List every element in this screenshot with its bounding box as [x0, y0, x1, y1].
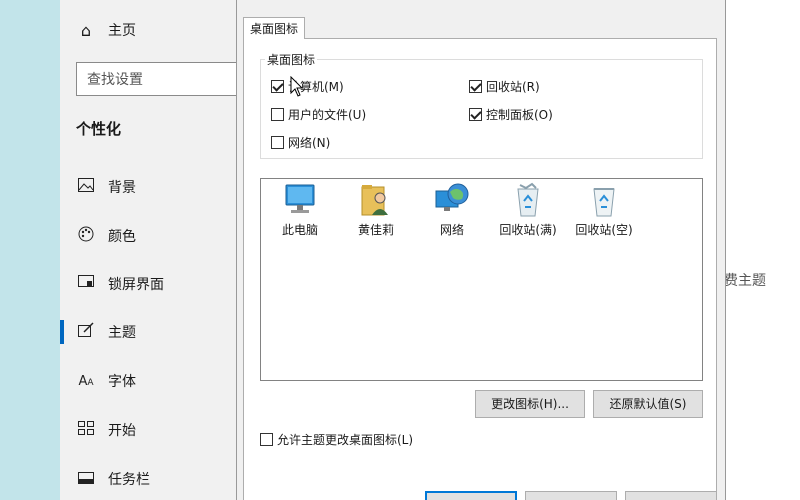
- list-item-this-pc[interactable]: 此电脑: [262, 181, 338, 238]
- nav-item-label: 背景: [108, 180, 136, 196]
- section-title: 个性化: [76, 120, 122, 138]
- tab-desktop-icons[interactable]: 桌面图标: [243, 17, 306, 39]
- nav-home-label: 主页: [108, 23, 136, 39]
- change-icon-button[interactable]: 更改图标(H)...: [475, 390, 585, 418]
- nav-item-themes[interactable]: 主题: [76, 320, 136, 344]
- checkbox-label: 控制面板(O): [486, 108, 553, 122]
- search-placeholder: 查找设置: [87, 72, 143, 88]
- nav-item-background[interactable]: 背景: [76, 175, 136, 199]
- apply-button[interactable]: [625, 491, 717, 500]
- list-item-label: 网络: [439, 223, 464, 237]
- desktop-icon-list[interactable]: 此电脑 黄佳莉 网络 回收站(满) 回收站(空): [260, 178, 703, 381]
- nav-item-taskbar[interactable]: 任务栏: [76, 467, 150, 491]
- lock-screen-icon: [76, 275, 96, 293]
- list-item-network[interactable]: 网络: [414, 181, 490, 238]
- list-item-label: 黄佳莉: [357, 223, 394, 237]
- nav-item-colors[interactable]: 颜色: [76, 224, 136, 248]
- desktop-icons-groupbox: 桌面图标 计算机(M) 回收站(R) 用户的文件(U) 控制面板(O) 网络(N…: [260, 51, 703, 159]
- checkbox-computer[interactable]: 计算机(M): [271, 78, 344, 95]
- user-folder-icon: [356, 181, 396, 219]
- theme-partial-text: 费主题: [724, 273, 766, 289]
- checkbox-label: 回收站(R): [486, 80, 540, 94]
- checkbox-label: 网络(N): [288, 136, 331, 150]
- checkbox-label: 用户的文件(U): [288, 108, 367, 122]
- checkbox-label: 允许主题更改桌面图标(L): [277, 433, 414, 447]
- nav-item-start[interactable]: 开始: [76, 418, 136, 442]
- palette-icon: [76, 226, 96, 246]
- font-icon: AA: [78, 373, 94, 389]
- nav-item-label: 开始: [108, 423, 136, 439]
- checkbox-box[interactable]: [271, 136, 284, 149]
- restore-default-button[interactable]: 还原默认值(S): [593, 390, 703, 418]
- network-globe-icon: [432, 181, 472, 219]
- recycle-bin-full-icon: [508, 181, 548, 219]
- nav-item-label: 任务栏: [108, 472, 150, 488]
- ok-button[interactable]: [425, 491, 517, 500]
- nav-item-label: 主题: [108, 325, 136, 341]
- list-item-recycle-full[interactable]: 回收站(满): [490, 181, 566, 238]
- nav-item-label: 字体: [108, 374, 136, 390]
- group-title: 桌面图标: [265, 51, 318, 68]
- nav-home[interactable]: ⌂ 主页: [76, 20, 136, 40]
- nav-item-lock-screen[interactable]: 锁屏界面: [76, 272, 164, 296]
- start-grid-icon: [76, 421, 96, 439]
- checkbox-recycle-bin[interactable]: 回收站(R): [469, 78, 540, 95]
- nav-item-label: 颜色: [108, 229, 136, 245]
- nav-active-indicator: [60, 320, 64, 344]
- list-item-user-folder[interactable]: 黄佳莉: [338, 181, 414, 238]
- checkbox-allow-themes[interactable]: 允许主题更改桌面图标(L): [260, 431, 413, 448]
- checkbox-box[interactable]: [260, 433, 273, 446]
- theme-brush-icon: [76, 322, 96, 342]
- checkbox-control-panel[interactable]: 控制面板(O): [469, 106, 553, 123]
- nav-item-label: 锁屏界面: [108, 277, 164, 293]
- settings-sidebar: ⌂ 主页 查找设置 个性化 背景 颜色 锁屏界面 主题 AA 字体 开始 任务栏: [60, 0, 290, 500]
- list-item-recycle-empty[interactable]: 回收站(空): [566, 181, 642, 238]
- checkbox-box[interactable]: [469, 108, 482, 121]
- image-icon: [76, 178, 96, 196]
- home-icon: ⌂: [80, 20, 92, 40]
- list-item-label: 此电脑: [281, 223, 318, 237]
- checkbox-user-files[interactable]: 用户的文件(U): [271, 106, 366, 123]
- list-item-label: 回收站(空): [575, 223, 633, 237]
- computer-icon: [280, 181, 320, 219]
- checkbox-box[interactable]: [271, 80, 284, 93]
- desktop-icon-settings-dialog: 桌面图标 桌面图标 计算机(M) 回收站(R) 用户的文件(U) 控制面板(O): [236, 0, 726, 500]
- taskbar-icon: [76, 470, 96, 488]
- cancel-button[interactable]: [525, 491, 617, 500]
- recycle-bin-empty-icon: [584, 181, 624, 219]
- checkbox-box[interactable]: [271, 108, 284, 121]
- checkbox-network[interactable]: 网络(N): [271, 134, 330, 151]
- checkbox-box[interactable]: [469, 80, 482, 93]
- nav-item-fonts[interactable]: AA 字体: [76, 369, 136, 393]
- list-item-label: 回收站(满): [499, 223, 557, 237]
- tab-panel: 桌面图标 计算机(M) 回收站(R) 用户的文件(U) 控制面板(O) 网络(N…: [243, 38, 717, 500]
